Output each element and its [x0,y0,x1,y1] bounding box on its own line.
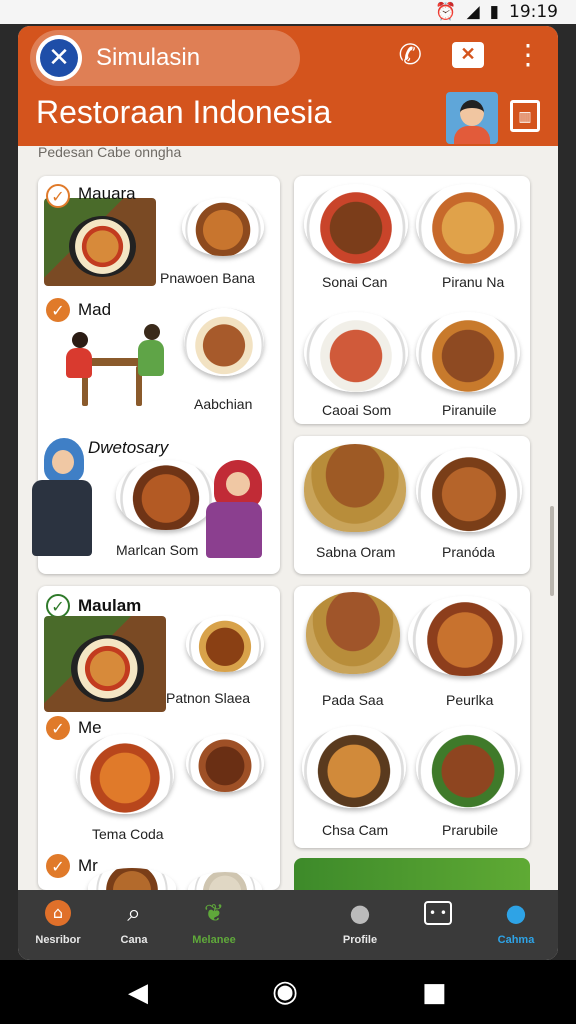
recents-icon[interactable]: ■ [422,978,447,1008]
check-icon: ✓ [46,854,70,878]
dish-image [416,312,520,392]
status-bar: ⏰ ◢ ▮ 19:19 [0,0,576,24]
nav-label: Melanee [192,934,236,946]
section-heading: Mad [78,300,112,319]
grid-icon: • • [398,898,478,928]
nav-item-search[interactable]: ⌕ Cana [94,898,174,946]
avatar[interactable] [446,92,498,144]
section-heading: Dwetosary [88,438,169,457]
dish-image [302,726,406,808]
brand-pill[interactable]: ✕ Simulasin [30,30,300,86]
app-logo-icon: ✕ [36,35,82,81]
person-icon: ● [349,899,371,927]
app-screen: ✕ Simulasin ✆ ✕ ⋮ Restoraan Indonesia ▥ … [18,26,558,960]
dish-image [184,308,264,376]
dish-caption: Tema Coda [92,826,164,842]
leaf-icon: ❦ [203,899,225,927]
dish-caption: Aabchian [194,396,253,412]
dish-caption: Sabna Oram [316,544,396,560]
dish-image [182,198,264,256]
phone-icon[interactable]: ✆ [399,38,422,71]
search-icon: ⌕ [127,899,141,927]
more-icon[interactable]: ⋮ [514,38,542,71]
home-button-icon[interactable]: ◉ [272,974,298,1009]
left-card-2[interactable]: ✓ Maulam Patnon Slaea ✓ Me Tema Coda ✓ M… [38,586,280,890]
right-card-2[interactable]: Sabna Oram Pranóda [294,436,530,574]
dish-caption: Patnon Slaea [166,690,251,706]
dish-photo [44,198,156,286]
device-frame: ⏰ ◢ ▮ 19:19 ✕ Simulasin ✆ ✕ ⋮ Restoraan … [0,0,576,1024]
system-nav-bar: ◀ ◉ ■ [0,960,576,1024]
dish-caption: Pranóda [442,544,495,560]
nav-item-grid[interactable]: • • [398,898,478,934]
right-card-1[interactable]: Sonai Can Piranu Na Caoai Som Piranuile [294,176,530,424]
nav-item-melanee[interactable]: ❦ Melanee [174,898,254,946]
scrollbar[interactable] [550,506,554,596]
dish-image [188,872,262,890]
dining-illustration [52,318,182,410]
app-name: Simulasin [96,44,201,71]
dish-caption: Piranuile [442,402,497,418]
dish-caption: Marlcan Som [116,542,199,558]
dish-image [408,596,522,676]
menu-content: ✓ Mauara Pnawoen Bana ✓ Mad Aabchian Dwe… [18,166,558,890]
section-heading: Maulam [78,596,142,615]
dish-image [304,312,408,392]
dish-image [88,868,176,890]
page-title: Restoraan Indonesia [36,94,332,130]
status-time: 19:19 [509,2,558,22]
battery-icon: ▮ [489,2,499,22]
dish-caption: Sonai Can [322,274,388,290]
signal-icon: ◢ [466,2,480,22]
menu-icon[interactable]: ▥ [510,100,540,132]
nav-label: Cahma [497,934,535,946]
dish-caption: Piranu Na [442,274,505,290]
dish-image [76,734,174,814]
alarm-icon: ⏰ [435,2,457,22]
dish-caption: Pada Saa [322,692,384,708]
account-icon: ● [505,899,527,927]
dish-image [186,734,264,792]
dish-caption: Peurlka [446,692,494,708]
subtitle: Pedesan Cabe onngha [38,144,182,160]
nav-item-profile[interactable]: ● Profile [320,898,400,946]
nav-item-account[interactable]: ● Cahma [476,898,556,946]
check-icon: ✓ [46,594,70,618]
dish-image [416,184,520,264]
promo-banner[interactable] [294,858,530,890]
dish-image [116,460,216,530]
section-heading: Me [78,718,102,737]
dish-image [186,616,264,672]
dish-image [304,184,408,264]
dish-image [416,726,520,808]
message-icon[interactable]: ✕ [452,41,484,68]
dish-caption: Prarubile [442,822,499,838]
nav-label: Cana [120,934,148,946]
right-card-3[interactable]: Pada Saa Peurlka Chsa Cam Prarubile [294,586,530,848]
dish-caption: Chsa Cam [322,822,389,838]
dish-image [306,592,400,674]
dish-caption: Pnawoen Bana [160,270,255,286]
app-bar: ✕ Simulasin ✆ ✕ ⋮ Restoraan Indonesia ▥ [18,26,558,146]
check-icon: ✓ [46,184,70,208]
section-heading: Mr [78,856,98,875]
nav-label: Nesribor [35,934,81,946]
dish-photo [44,616,166,712]
dish-caption: Caoai Som [322,402,392,418]
home-icon: ⌂ [18,898,98,928]
nav-item-home[interactable]: ⌂ Nesribor [18,898,98,946]
back-icon[interactable]: ◀ [128,978,148,1008]
nav-label: Profile [342,934,378,946]
dish-image [304,444,406,532]
dish-image [416,448,522,532]
check-icon: ✓ [46,716,70,740]
left-card-1[interactable]: ✓ Mauara Pnawoen Bana ✓ Mad Aabchian Dwe… [32,176,280,574]
bottom-nav: ⌂ Nesribor ⌕ Cana ❦ Melanee ● Profile • … [18,890,558,960]
section-heading: Mauara [78,184,136,203]
